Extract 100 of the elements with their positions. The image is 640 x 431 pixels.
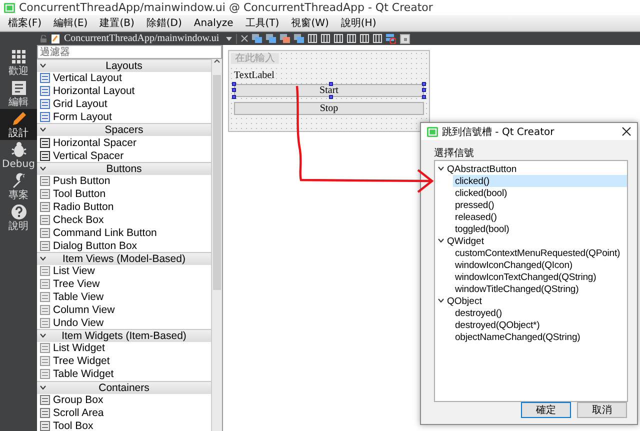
app-logo-icon [427,126,438,136]
category-header[interactable]: Layouts [37,59,211,72]
mode-button[interactable]: 專案 [0,171,37,202]
widget-item[interactable]: Column View [37,303,211,316]
widget-item[interactable]: Push Button [37,174,211,188]
category-header[interactable]: Item Views (Model-Based) [37,252,211,265]
layout-icon[interactable] [373,34,382,43]
selection-handle[interactable] [329,95,333,99]
widget-item[interactable]: Undo View [37,316,211,330]
mode-button[interactable]: 歡迎 [0,47,37,78]
menu-item[interactable]: 編輯(E) [48,16,94,30]
widget-item[interactable]: Form Layout [37,110,211,124]
expand-caret-icon[interactable] [438,298,444,303]
widget-item[interactable]: Tree View [37,278,211,291]
tree-item[interactable]: clicked() [453,175,627,187]
scrollbar-thumb[interactable] [213,75,221,290]
widget-item[interactable]: Dialog Button Box [37,239,211,252]
widget-item[interactable]: Radio Button [37,200,211,214]
widget-icon [40,394,50,405]
menu-item[interactable]: Analyze [188,18,240,28]
dialog-button[interactable]: 確定 [521,402,571,418]
lock-icon [40,34,47,42]
expand-caret-icon[interactable] [40,63,46,68]
break-layout-icon[interactable] [386,34,396,44]
category-header[interactable]: Item Widgets (Item-Based) [37,329,211,342]
tree-item[interactable]: released() [453,211,627,223]
widget-item[interactable]: List Widget [37,342,211,355]
dropdown-icon[interactable] [226,36,232,40]
menu-item[interactable]: 建置(B) [94,16,140,30]
tree-item[interactable]: destroyed(QObject*) [453,319,627,331]
mode-button[interactable]: 設計 [0,109,37,140]
dialog-title: 跳到信號槽 - Qt Creator [442,126,556,138]
tree-item[interactable]: toggled(bool) [453,223,627,235]
widget-icon [40,304,50,315]
widget-item[interactable]: Tool Button [37,188,211,201]
tree-item[interactable]: objectNameChanged(QString) [453,331,627,343]
tree-item[interactable]: windowIconChanged(QIcon) [453,259,627,271]
menu-item[interactable]: 工具(T) [239,16,286,30]
layout-icon[interactable] [308,34,317,43]
widget-item[interactable]: Tool Box [37,419,211,431]
selection-handle[interactable] [329,82,333,86]
tree-item[interactable]: customContextMenuRequested(QPoint) [453,247,627,259]
expand-caret-icon[interactable] [438,166,444,171]
layout-icon[interactable] [321,34,330,43]
layout-icon[interactable] [347,34,356,43]
expand-caret-icon[interactable] [40,256,46,261]
tree-item[interactable]: windowTitleChanged(QString) [453,283,627,295]
widget-item[interactable]: Scroll Area [37,406,211,420]
push-button[interactable]: Stop [234,102,424,115]
mode-button[interactable]: 說明 [0,202,37,233]
category-header[interactable]: Spacers [37,123,211,136]
widget-item[interactable]: Command Link Button [37,226,211,240]
mode-button[interactable]: 編輯 [0,78,37,109]
widget-item[interactable]: Horizontal Spacer [37,136,211,150]
widget-item[interactable]: Tree Widget [37,354,211,368]
category-header[interactable]: Buttons [37,162,211,175]
widget-icon [40,189,50,200]
adjust-size-icon[interactable] [400,34,410,44]
layout-icon[interactable] [360,34,369,43]
layout-icon[interactable] [334,34,343,43]
widget-icon [40,73,50,84]
expand-caret-icon[interactable] [40,127,46,132]
expand-caret-icon[interactable] [438,238,444,243]
dialog-button[interactable]: 取消 [577,402,627,418]
widget-item[interactable]: Horizontal Layout [37,84,211,98]
tree-item[interactable]: destroyed() [453,307,627,319]
tree-item[interactable]: pressed() [453,199,627,211]
close-icon[interactable] [622,127,631,136]
app-logo-icon [4,2,15,12]
widget-icon [40,369,50,380]
tree-item[interactable]: QAbstractButton [435,163,627,175]
scroll-up-icon[interactable] [214,59,220,63]
widget-item[interactable]: Table Widget [37,368,211,381]
widget-item[interactable]: Check Box [37,213,211,226]
widget-item[interactable]: Table View [37,290,211,304]
expand-caret-icon[interactable] [40,166,46,171]
menu-item[interactable]: 視窗(W) [285,16,335,30]
widget-icon [40,86,50,96]
widget-item[interactable]: List View [37,264,211,278]
widget-item[interactable]: Vertical Layout [37,72,211,85]
menu-item[interactable]: 說明(H) [334,16,382,30]
menu-item[interactable]: 檔案(F) [2,16,48,30]
menu-item[interactable]: 除錯(D) [140,16,188,30]
push-button[interactable]: Start [234,84,424,97]
expand-caret-icon[interactable] [40,384,46,390]
widget-item[interactable]: Group Box [37,394,211,406]
filter-field[interactable]: 過濾器 [37,45,222,59]
text-label[interactable]: TextLabel [234,70,274,81]
widget-icon [40,292,50,302]
tree-item[interactable]: QWidget [435,235,627,247]
mode-button[interactable]: Debug [0,140,37,171]
tree-item[interactable]: windowIconTextChanged(QString) [453,271,627,283]
expand-caret-icon[interactable] [40,333,46,338]
widget-icon [40,356,50,366]
widget-item[interactable]: Vertical Spacer [37,149,211,162]
widget-icon [40,343,50,354]
widget-item[interactable]: Grid Layout [37,98,211,110]
category-header[interactable]: Containers [37,380,211,394]
tree-item[interactable]: clicked(bool) [453,187,627,199]
tree-item[interactable]: QObject [435,295,627,307]
